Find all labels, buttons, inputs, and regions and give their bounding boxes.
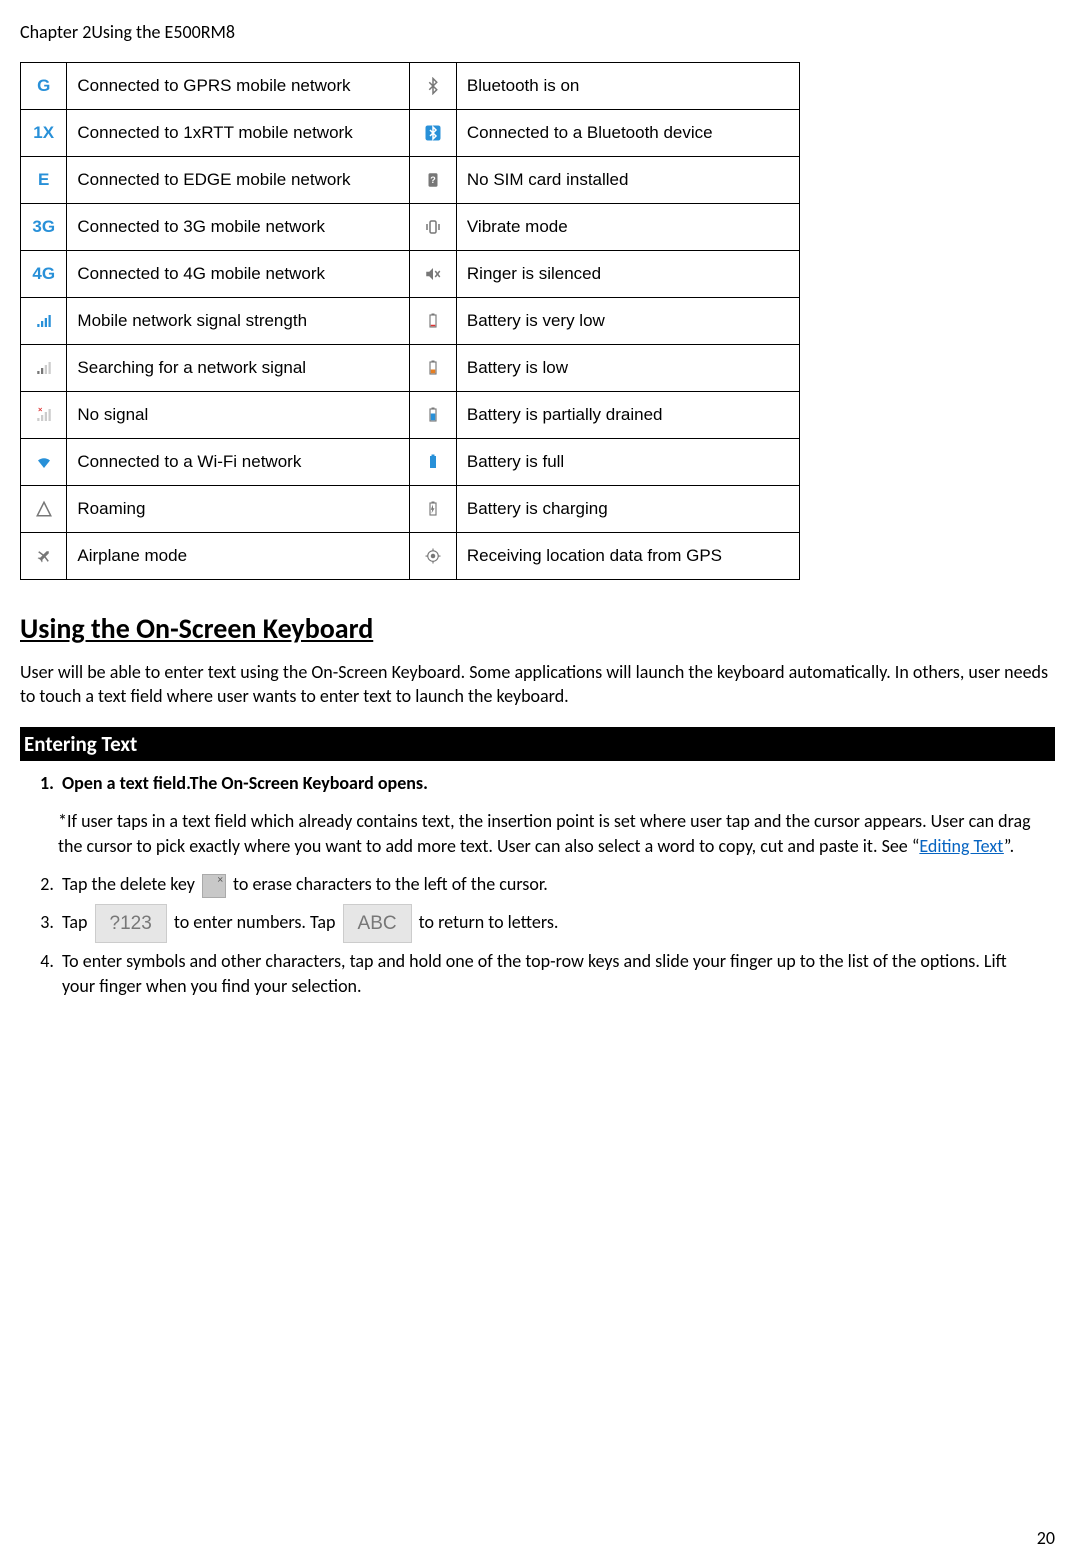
left-desc: Connected to 3G mobile network <box>67 204 410 251</box>
section-heading: Using the On-Screen Keyboard <box>20 610 1055 648</box>
table-row: Roaming Battery is charging <box>21 486 800 533</box>
table-row: Airplane mode Receiving location data fro… <box>21 533 800 580</box>
steps-list: Open a text field.The On-Screen Keyboard… <box>48 771 1055 795</box>
left-desc: Roaming <box>67 486 410 533</box>
delete-key-icon <box>202 874 226 898</box>
left-icon: 3G <box>21 204 67 251</box>
note-text: *If user taps in a text field which alre… <box>58 810 1031 856</box>
right-icon <box>410 251 456 298</box>
right-icon <box>410 204 456 251</box>
left-icon <box>21 533 67 580</box>
right-icon <box>410 63 456 110</box>
right-desc: Connected to a Bluetooth device <box>456 110 799 157</box>
right-desc: Bluetooth is on <box>456 63 799 110</box>
right-icon <box>410 110 456 157</box>
right-desc: Battery is very low <box>456 298 799 345</box>
svg-text:×: × <box>38 406 43 414</box>
left-desc: Connected to EDGE mobile network <box>67 157 410 204</box>
right-icon <box>410 439 456 486</box>
table-row: 3GConnected to 3G mobile network Vibrate … <box>21 204 800 251</box>
note-block: *If user taps in a text field which alre… <box>58 809 1055 858</box>
right-desc: Ringer is silenced <box>456 251 799 298</box>
numbers-key-icon: ?123 <box>95 904 167 944</box>
page-number: 20 <box>1037 1526 1055 1550</box>
left-icon <box>21 486 67 533</box>
status-icons-table: GConnected to GPRS mobile network Bluetoo… <box>20 62 800 580</box>
left-desc: Connected to a Wi-Fi network <box>67 439 410 486</box>
left-desc: Mobile network signal strength <box>67 298 410 345</box>
left-desc: No signal <box>67 392 410 439</box>
left-icon <box>21 345 67 392</box>
subsection-heading: Entering Text <box>20 727 1055 761</box>
table-row: GConnected to GPRS mobile network Bluetoo… <box>21 63 800 110</box>
left-desc: Connected to GPRS mobile network <box>67 63 410 110</box>
editing-text-link[interactable]: Editing Text <box>919 835 1004 857</box>
right-desc: Vibrate mode <box>456 204 799 251</box>
chapter-header: Chapter 2Using the E500RM8 <box>20 20 1055 44</box>
right-desc: No SIM card installed <box>456 157 799 204</box>
step-2: Tap the delete key to erase characters t… <box>58 872 1035 898</box>
table-row: Searching for a network signal Battery is… <box>21 345 800 392</box>
table-row: Mobile network signal strength Battery is… <box>21 298 800 345</box>
right-icon <box>410 392 456 439</box>
step-1: Open a text field.The On-Screen Keyboard… <box>58 771 1035 795</box>
right-desc: Battery is charging <box>456 486 799 533</box>
step-3: Tap ?123 to enter numbers. Tap ABC to re… <box>58 904 1035 944</box>
left-desc: Connected to 4G mobile network <box>67 251 410 298</box>
right-desc: Battery is low <box>456 345 799 392</box>
left-icon <box>21 439 67 486</box>
left-desc: Connected to 1xRTT mobile network <box>67 110 410 157</box>
left-icon: 1X <box>21 110 67 157</box>
right-desc: Battery is partially drained <box>456 392 799 439</box>
table-row: × No signal Battery is partially drained <box>21 392 800 439</box>
svg-text:?: ? <box>430 175 436 185</box>
right-desc: Receiving location data from GPS <box>456 533 799 580</box>
left-desc: Airplane mode <box>67 533 410 580</box>
left-icon: 4G <box>21 251 67 298</box>
right-icon <box>410 486 456 533</box>
note-text-end: ”. <box>1004 835 1014 857</box>
right-icon <box>410 533 456 580</box>
left-icon: G <box>21 63 67 110</box>
table-row: 1XConnected to 1xRTT mobile network Conne… <box>21 110 800 157</box>
table-row: 4GConnected to 4G mobile network Ringer i… <box>21 251 800 298</box>
letters-key-icon: ABC <box>343 904 412 944</box>
left-icon <box>21 298 67 345</box>
steps-list-cont: Tap the delete key to erase characters t… <box>48 872 1055 998</box>
right-icon <box>410 345 456 392</box>
left-icon: × <box>21 392 67 439</box>
left-icon: E <box>21 157 67 204</box>
right-desc: Battery is full <box>456 439 799 486</box>
step-4: To enter symbols and other characters, t… <box>58 949 1035 998</box>
right-icon: ? <box>410 157 456 204</box>
table-row: Connected to a Wi-Fi network Battery is f… <box>21 439 800 486</box>
left-desc: Searching for a network signal <box>67 345 410 392</box>
right-icon <box>410 298 456 345</box>
table-row: EConnected to EDGE mobile network? No SIM… <box>21 157 800 204</box>
section-body: User will be able to enter text using th… <box>20 660 1055 709</box>
